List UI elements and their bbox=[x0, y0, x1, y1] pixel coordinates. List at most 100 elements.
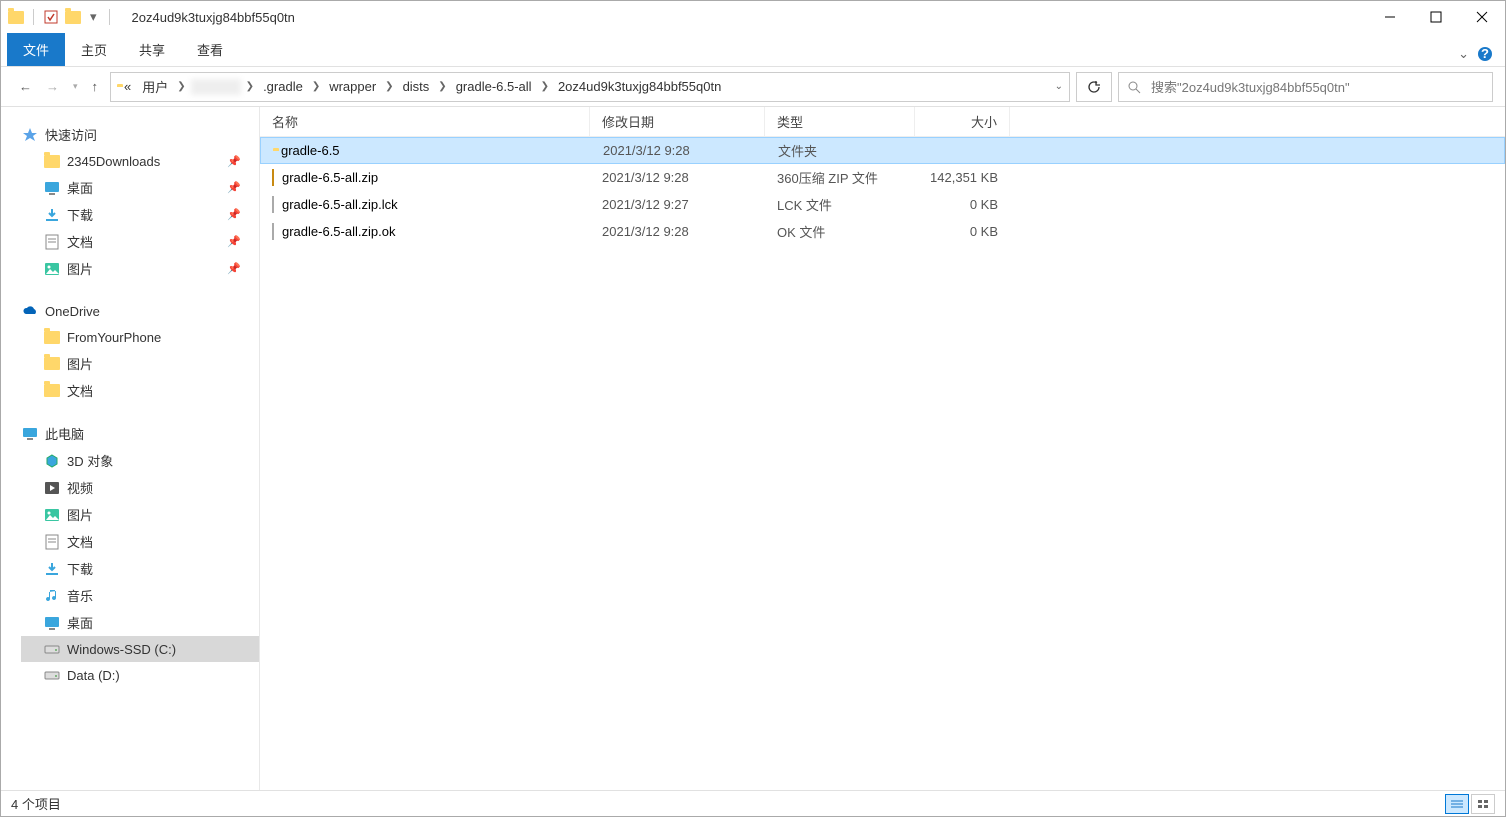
minimize-button[interactable] bbox=[1367, 1, 1413, 33]
file-row[interactable]: gradle-6.5-all.zip.ok 2021/3/12 9:28 OK … bbox=[260, 218, 1505, 245]
sidebar-item[interactable]: 2345Downloads📌 bbox=[21, 148, 259, 174]
sidebar-item[interactable]: 文档📌 bbox=[21, 228, 259, 255]
chevron-right-icon[interactable]: ❯ bbox=[385, 81, 393, 92]
up-button[interactable]: ↑ bbox=[92, 79, 99, 94]
content: 快速访问2345Downloads📌桌面📌下载📌文档📌图片📌OneDriveFr… bbox=[1, 107, 1505, 790]
sidebar-item[interactable]: FromYourPhone bbox=[21, 324, 259, 350]
column-name[interactable]: 名称 bbox=[260, 107, 590, 136]
breadcrumb-prefix[interactable]: « bbox=[120, 78, 135, 95]
file-row[interactable]: gradle-6.5 2021/3/12 9:28 文件夹 bbox=[260, 137, 1505, 164]
sidebar-item[interactable]: 文档 bbox=[21, 377, 259, 404]
separator bbox=[109, 9, 110, 25]
view-icons-button[interactable] bbox=[1471, 794, 1495, 814]
tab-view[interactable]: 查看 bbox=[181, 33, 239, 66]
folder-icon[interactable] bbox=[64, 8, 82, 26]
pin-icon: 📌 bbox=[227, 262, 241, 275]
column-size[interactable]: 大小 bbox=[915, 107, 1010, 136]
sidebar-item-label: FromYourPhone bbox=[67, 330, 161, 345]
chevron-right-icon[interactable]: ❯ bbox=[438, 81, 446, 92]
music-icon bbox=[43, 587, 61, 605]
sidebar-item-label: 文档 bbox=[67, 532, 93, 551]
sidebar-header[interactable]: 快速访问 bbox=[21, 121, 259, 148]
file-name: gradle-6.5-all.zip.ok bbox=[282, 224, 395, 239]
address-bar[interactable]: « 用户 ❯ ❯ .gradle ❯ wrapper ❯ dists ❯ gradle-… bbox=[110, 72, 1070, 102]
documents-icon bbox=[43, 233, 61, 251]
file-name: gradle-6.5 bbox=[281, 143, 340, 158]
pin-icon: 📌 bbox=[227, 208, 241, 221]
file-size: 0 KB bbox=[915, 224, 1010, 239]
sidebar-item-label: 下载 bbox=[67, 559, 93, 578]
sidebar-item[interactable]: 图片 bbox=[21, 350, 259, 377]
breadcrumb-item[interactable]: dists bbox=[399, 78, 434, 95]
refresh-button[interactable] bbox=[1076, 72, 1112, 102]
drive-icon bbox=[43, 640, 61, 658]
maximize-button[interactable] bbox=[1413, 1, 1459, 33]
sidebar-item[interactable]: 图片📌 bbox=[21, 255, 259, 282]
sidebar-item[interactable]: 3D 对象 bbox=[21, 447, 259, 474]
view-details-button[interactable] bbox=[1445, 794, 1469, 814]
separator bbox=[33, 9, 34, 25]
sidebar-header[interactable]: 此电脑 bbox=[21, 420, 259, 447]
sidebar-item[interactable]: 文档 bbox=[21, 528, 259, 555]
sidebar-item[interactable]: Data (D:) bbox=[21, 662, 259, 688]
file-type: OK 文件 bbox=[765, 222, 915, 241]
sidebar-item-label: 文档 bbox=[67, 232, 93, 251]
back-button[interactable]: ← bbox=[19, 79, 32, 94]
pc-icon bbox=[21, 425, 39, 443]
chevron-right-icon[interactable]: ❯ bbox=[312, 81, 320, 92]
properties-icon[interactable] bbox=[42, 8, 60, 26]
3d-icon bbox=[43, 452, 61, 470]
search-placeholder: 搜索"2oz4ud9k3tuxjg84bbf55q0tn" bbox=[1151, 77, 1350, 96]
pictures-icon bbox=[43, 260, 61, 278]
breadcrumb-item[interactable]: 2oz4ud9k3tuxjg84bbf55q0tn bbox=[554, 78, 725, 95]
chevron-right-icon[interactable]: ❯ bbox=[246, 81, 254, 92]
pin-icon: 📌 bbox=[227, 181, 241, 194]
breadcrumb-item[interactable]: gradle-6.5-all bbox=[452, 78, 536, 95]
sidebar-item[interactable]: 音乐 bbox=[21, 582, 259, 609]
pictures-icon bbox=[43, 506, 61, 524]
folder-icon bbox=[43, 328, 61, 346]
downloads-icon bbox=[43, 206, 61, 224]
close-button[interactable] bbox=[1459, 1, 1505, 33]
tab-share[interactable]: 共享 bbox=[123, 33, 181, 66]
help-icon[interactable]: ? bbox=[1477, 46, 1493, 62]
sidebar-item[interactable]: Windows-SSD (C:) bbox=[21, 636, 259, 662]
onedrive-icon bbox=[21, 302, 39, 320]
forward-button[interactable]: → bbox=[46, 79, 59, 94]
sidebar-item[interactable]: 视频 bbox=[21, 474, 259, 501]
file-date: 2021/3/12 9:28 bbox=[590, 224, 765, 239]
breadcrumb-item[interactable]: .gradle bbox=[259, 78, 307, 95]
breadcrumb-item[interactable]: 用户 bbox=[138, 76, 172, 97]
sidebar-item[interactable]: 桌面 bbox=[21, 609, 259, 636]
column-date[interactable]: 修改日期 bbox=[590, 107, 765, 136]
recent-dropdown-icon[interactable]: ▾ bbox=[73, 81, 78, 92]
tab-home[interactable]: 主页 bbox=[65, 33, 123, 66]
chevron-right-icon[interactable]: ❯ bbox=[177, 81, 185, 92]
column-type[interactable]: 类型 bbox=[765, 107, 915, 136]
sidebar-item-label: 音乐 bbox=[67, 586, 93, 605]
drive-icon bbox=[43, 666, 61, 684]
chevron-right-icon[interactable]: ❯ bbox=[541, 81, 549, 92]
breadcrumb-item[interactable]: wrapper bbox=[325, 78, 380, 95]
ribbon-expand-icon[interactable]: ⌄ bbox=[1458, 46, 1469, 62]
sidebar-item[interactable]: 图片 bbox=[21, 501, 259, 528]
file-row[interactable]: gradle-6.5-all.zip.lck 2021/3/12 9:27 LC… bbox=[260, 191, 1505, 218]
sidebar-item-label: Windows-SSD (C:) bbox=[67, 642, 176, 657]
sidebar-item[interactable]: 下载 📌 bbox=[21, 201, 259, 228]
search-icon bbox=[1127, 80, 1141, 94]
videos-icon bbox=[43, 479, 61, 497]
address-dropdown-icon[interactable]: ⌄ bbox=[1055, 81, 1063, 92]
sidebar-item[interactable]: 桌面 📌 bbox=[21, 174, 259, 201]
titlebar: ▾ 2oz4ud9k3tuxjg84bbf55q0tn bbox=[1, 1, 1505, 33]
tab-file[interactable]: 文件 bbox=[7, 33, 65, 66]
sidebar-header[interactable]: OneDrive bbox=[21, 298, 259, 324]
sidebar-item[interactable]: 下载 bbox=[21, 555, 259, 582]
sidebar-item-label: 桌面 bbox=[67, 178, 93, 197]
file-date: 2021/3/12 9:28 bbox=[590, 170, 765, 185]
file-row[interactable]: gradle-6.5-all.zip 2021/3/12 9:28 360压缩 … bbox=[260, 164, 1505, 191]
breadcrumb-item[interactable] bbox=[191, 79, 241, 95]
search-box[interactable]: 搜索"2oz4ud9k3tuxjg84bbf55q0tn" bbox=[1118, 72, 1493, 102]
sidebar-item-label: 图片 bbox=[67, 505, 93, 524]
qat-dropdown[interactable]: ▾ bbox=[90, 9, 97, 25]
sidebar-item-label: 下载 bbox=[67, 205, 93, 224]
